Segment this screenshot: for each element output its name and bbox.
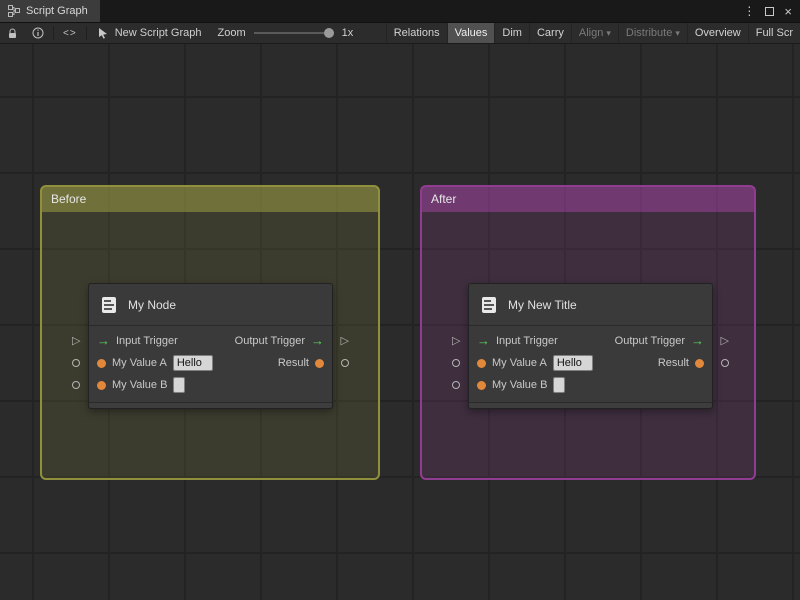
trigger-out-icon[interactable]: → [311,334,324,347]
input-trigger-port[interactable]: ▷ [72,335,80,347]
value-a-dot-icon[interactable] [97,358,106,368]
node-icon [479,295,499,315]
node-title: My New Title [508,297,577,312]
group-after-header[interactable]: After [422,187,754,212]
value-b-row: My Value B [469,374,712,396]
trigger-row: → Input Trigger Output Trigger → [89,330,332,352]
lock-icon [7,28,18,39]
value-a-dot-icon[interactable] [477,358,486,368]
window-controls: ⋮ × [743,0,800,22]
maximize-icon[interactable] [765,6,775,16]
toolbar-buttons: Relations Values Dim Carry Align ▾ Distr… [385,23,800,43]
value-a-label: My Value A [112,357,167,369]
fullscreen-button[interactable]: Full Scr [747,23,800,43]
zoom-control: Zoom 1x [210,23,362,43]
output-trigger-port[interactable]: ▷ [341,335,349,347]
value-b-label: My Value B [112,379,168,391]
node-footer [89,402,332,408]
result-port[interactable] [721,359,729,367]
value-a-row: My Value A Result [469,352,712,374]
result-label: Result [277,357,309,369]
group-before-header[interactable]: Before [42,187,378,212]
toolbar-separator [53,26,54,40]
trigger-row: → Input Trigger Output Trigger → [469,330,712,352]
code-view-button[interactable]: <> [56,23,84,43]
output-trigger-label: Output Trigger [614,335,685,347]
graph-pointer-icon [97,27,109,39]
code-icon: <> [63,27,77,39]
trigger-in-icon[interactable]: → [97,334,110,347]
zoom-slider-knob[interactable] [323,28,334,38]
zoom-slider[interactable] [253,23,334,43]
lock-button[interactable] [0,23,25,43]
toolbar-separator [85,26,87,40]
zoom-label: Zoom [217,27,246,39]
node-header[interactable]: My New Title [469,284,712,326]
node-footer [469,402,712,408]
info-button[interactable] [25,23,51,43]
tab-label: Script Graph [26,5,88,17]
value-b-dot-icon[interactable] [477,380,486,390]
script-graph-icon [8,5,20,17]
node-header[interactable]: My Node [89,284,332,326]
info-icon [32,27,44,39]
carry-button[interactable]: Carry [528,23,571,43]
output-trigger-label: Output Trigger [234,335,305,347]
trigger-in-icon[interactable]: → [477,334,490,347]
node-body-container[interactable]: My New Title → Input Trigger Output Trig… [468,283,713,409]
value-a-row: My Value A Result [89,352,332,374]
graph-toolbar: <> New Script Graph Zoom 1x Relations Va… [0,22,800,44]
input-trigger-port[interactable]: ▷ [452,335,460,347]
values-button[interactable]: Values [446,23,495,43]
input-trigger-label: Input Trigger [496,335,558,347]
node-my-new-title[interactable]: ▷ ▷ My New Title → Input Trigger Output … [452,283,729,409]
result-port[interactable] [341,359,349,367]
result-dot-icon[interactable] [315,358,324,368]
value-a-port[interactable] [72,359,80,367]
value-b-dot-icon[interactable] [97,380,106,390]
value-a-port[interactable] [452,359,460,367]
value-b-input[interactable] [553,377,566,393]
node-body-container[interactable]: My Node → Input Trigger Output Trigger → [88,283,333,409]
zoom-value: 1x [341,27,354,39]
overview-button[interactable]: Overview [686,23,748,43]
node-ports: → Input Trigger Output Trigger → My Valu… [469,326,712,400]
value-a-input[interactable] [552,355,593,371]
group-before-label: Before [51,192,87,206]
graph-canvas[interactable]: Before After ▷ ▷ My Node → Input Trigger… [0,44,800,600]
node-my-node[interactable]: ▷ ▷ My Node → Input Trigger Output Trigg… [72,283,349,409]
output-trigger-port[interactable]: ▷ [721,335,729,347]
tab-script-graph[interactable]: Script Graph [0,0,100,22]
value-a-label: My Value A [492,357,547,369]
graph-name-label: New Script Graph [114,27,202,39]
value-a-input[interactable] [172,355,213,371]
close-icon[interactable]: × [784,4,792,19]
value-b-row: My Value B [89,374,332,396]
value-b-port[interactable] [72,381,80,389]
window-tab-bar: Script Graph ⋮ × [0,0,800,22]
chevron-down-icon: ▾ [606,28,611,38]
result-dot-icon[interactable] [695,358,704,368]
value-b-input[interactable] [173,377,186,393]
trigger-out-icon[interactable]: → [691,334,704,347]
node-icon [99,295,119,315]
align-button: Align ▾ [570,23,618,43]
group-after-label: After [431,192,457,206]
node-title: My Node [128,297,177,312]
chevron-down-icon: ▾ [675,28,680,38]
result-label: Result [657,357,689,369]
distribute-button: Distribute ▾ [617,23,687,43]
window-menu-icon[interactable]: ⋮ [743,4,755,18]
relations-button[interactable]: Relations [385,23,447,43]
graph-name: New Script Graph [89,23,210,43]
zoom-slider-track[interactable] [253,32,334,34]
value-b-port[interactable] [452,381,460,389]
node-ports: → Input Trigger Output Trigger → My Valu… [89,326,332,400]
input-trigger-label: Input Trigger [116,335,178,347]
dim-button[interactable]: Dim [494,23,529,43]
value-b-label: My Value B [492,379,548,391]
